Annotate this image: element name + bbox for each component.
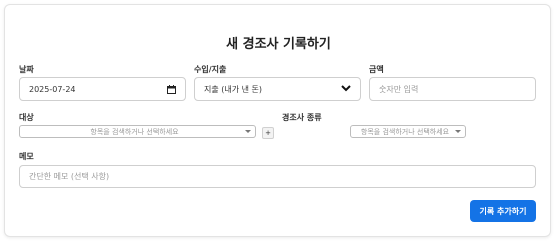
chevron-down-icon [341,84,351,94]
caret-down-icon [455,130,461,133]
amount-input[interactable]: 숫자만 입력 [369,77,536,101]
type-select[interactable]: 지출 (내가 낸 돈) [194,77,361,101]
target-placeholder: 항목을 검색하거나 선택하세요 [90,127,179,136]
amount-placeholder: 숫자만 입력 [379,84,419,94]
amount-label: 금액 [369,65,384,74]
type-value: 지출 (내가 낸 돈) [204,84,263,94]
target-select[interactable]: 항목을 검색하거나 선택하세요 [19,125,256,138]
date-input[interactable]: 2025-07-24 [19,77,186,101]
memo-placeholder: 간단한 메모 (선택 사항) [29,172,110,181]
submit-button[interactable]: 기록 추가하기 [470,200,536,222]
event-kind-placeholder: 항목을 검색하거나 선택하세요 [360,127,450,136]
memo-input[interactable]: 간단한 메모 (선택 사항) [19,165,536,188]
memo-label: 메모 [19,152,34,161]
event-kind-label: 경조사 종류 [282,113,322,122]
type-label: 수입/지출 [194,65,227,74]
date-label: 날짜 [19,65,34,74]
caret-down-icon [245,130,251,133]
calendar-icon[interactable] [167,85,176,94]
event-kind-select[interactable]: 항목을 검색하거나 선택하세요 [350,125,466,138]
form-title: 새 경조사 기록하기 [226,37,331,52]
add-target-button[interactable]: + [262,127,274,139]
date-value: 2025-07-24 [29,84,76,94]
target-label: 대상 [19,113,34,122]
